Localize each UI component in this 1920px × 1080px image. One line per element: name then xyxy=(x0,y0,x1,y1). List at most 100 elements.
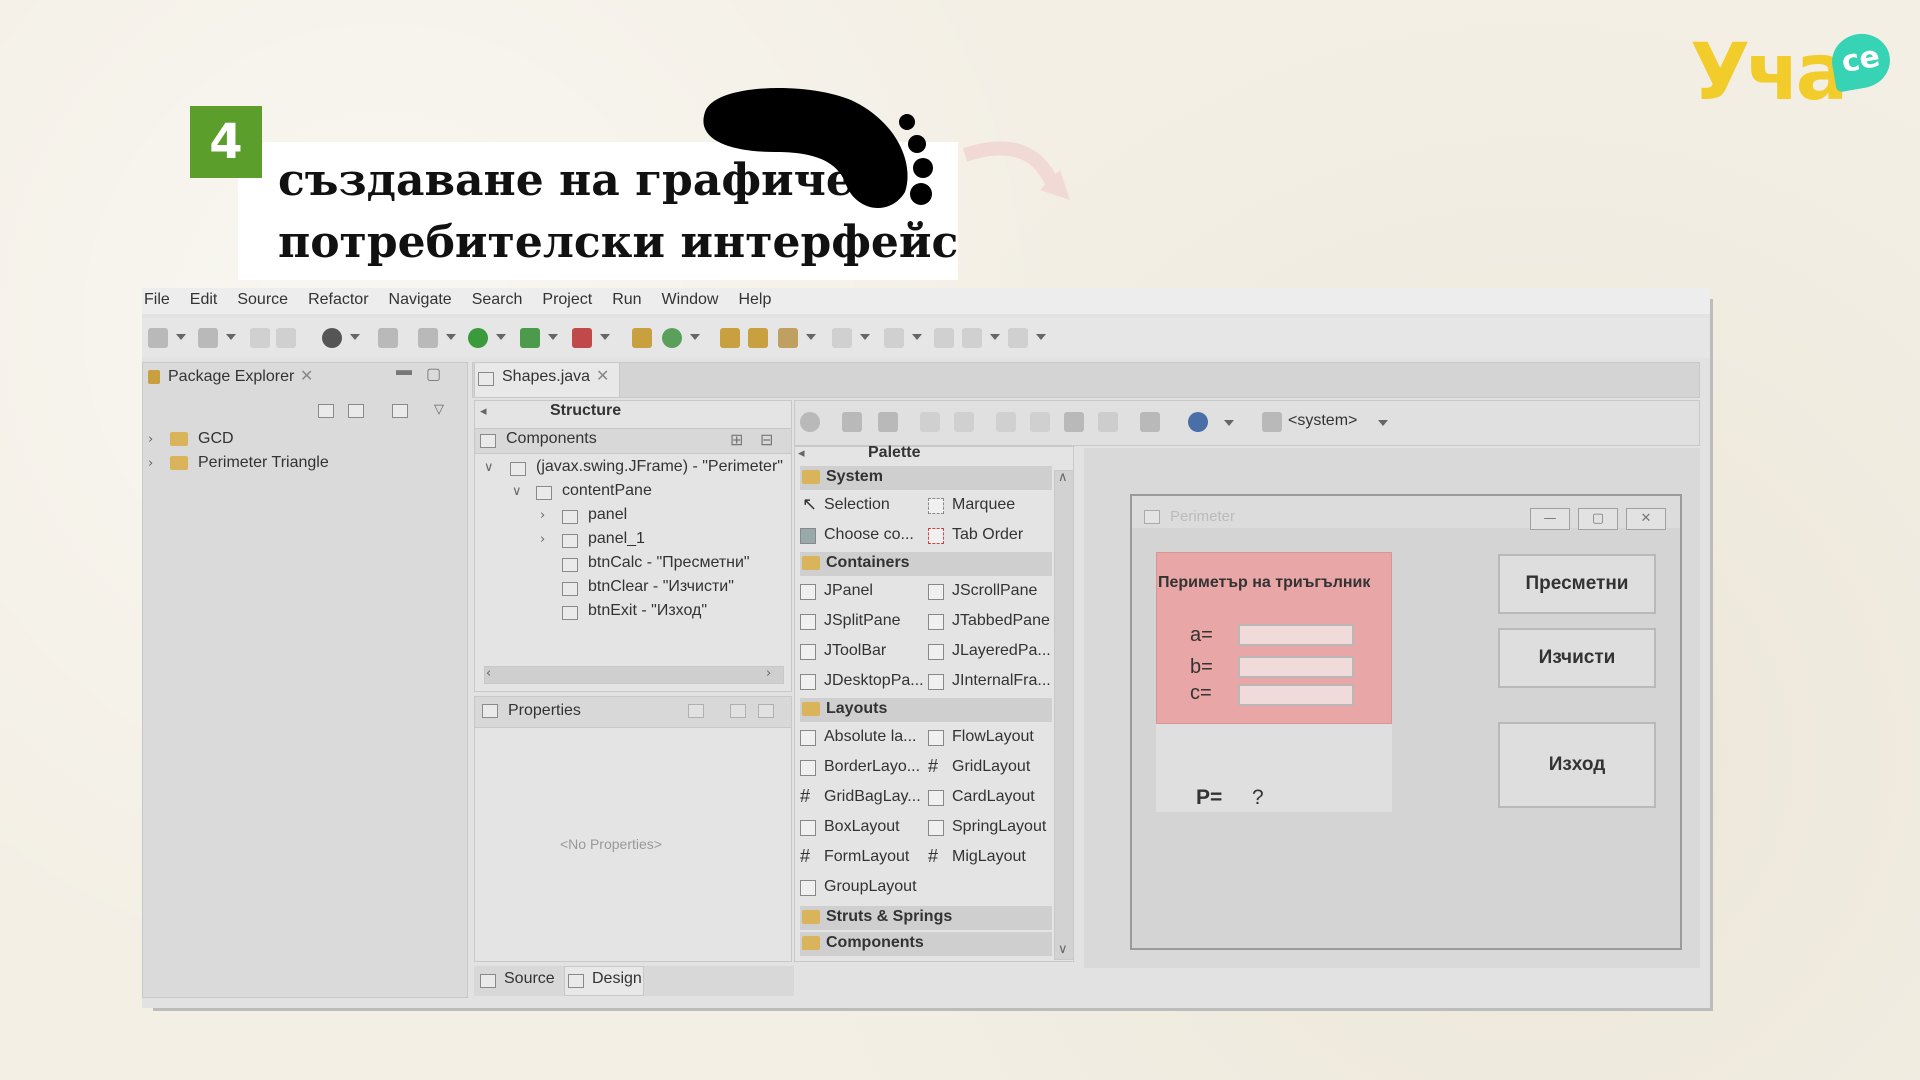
chevron-down-icon[interactable] xyxy=(806,334,816,340)
palette-scrollbar[interactable] xyxy=(1054,470,1074,960)
palette-item-jsplitpane[interactable]: JSplitPane xyxy=(824,612,901,630)
project-gcd[interactable]: GCD xyxy=(198,430,234,448)
chevron-right-icon[interactable]: › xyxy=(148,456,153,471)
cut-icon[interactable] xyxy=(996,412,1016,432)
palette-item-jdesktoppane[interactable]: JDesktopPa... xyxy=(824,672,924,690)
chevron-down-icon[interactable] xyxy=(1036,334,1046,340)
palette-item-cardlayout[interactable]: CardLayout xyxy=(952,788,1035,806)
menu-edit[interactable]: Edit xyxy=(188,288,228,314)
chevron-down-icon[interactable] xyxy=(912,334,922,340)
show-events-icon[interactable] xyxy=(688,704,704,718)
back-icon[interactable] xyxy=(962,328,982,348)
palette-item-choose-component[interactable]: Choose co... xyxy=(824,526,914,544)
palette-item-formlayout[interactable]: FormLayout xyxy=(824,848,909,866)
last-edit-icon[interactable] xyxy=(934,328,954,348)
look-and-feel-select[interactable]: <system> xyxy=(1288,412,1357,430)
run-config-icon[interactable] xyxy=(520,328,540,348)
paste-icon[interactable] xyxy=(1064,412,1084,432)
chevron-right-icon[interactable]: › xyxy=(540,508,545,523)
tree-item-btnclear[interactable]: btnClear - "Изчисти" xyxy=(588,578,734,596)
maximize-icon[interactable]: ▢ xyxy=(426,364,441,384)
open-type-icon[interactable] xyxy=(198,328,218,348)
save-icon[interactable] xyxy=(250,328,270,348)
chevron-left-icon[interactable]: ◂ xyxy=(480,404,487,419)
editor-tab-label[interactable]: Shapes.java xyxy=(502,368,590,386)
chevron-down-icon[interactable] xyxy=(548,334,558,340)
palette-section-containers-label[interactable]: Containers xyxy=(826,554,910,572)
chevron-down-icon[interactable] xyxy=(990,334,1000,340)
next-annotation-icon[interactable] xyxy=(832,328,852,348)
new-package-icon[interactable] xyxy=(632,328,652,348)
link-editor-icon[interactable] xyxy=(348,404,364,418)
view-menu-icon[interactable] xyxy=(392,404,408,418)
chevron-down-icon[interactable]: ∨ xyxy=(1058,942,1068,957)
chevron-right-icon[interactable]: › xyxy=(148,432,153,447)
prev-annotation-icon[interactable] xyxy=(884,328,904,348)
forward-icon[interactable] xyxy=(1008,328,1028,348)
chevron-down-icon[interactable] xyxy=(496,334,506,340)
external-tools-icon[interactable] xyxy=(572,328,592,348)
palette-item-selection[interactable]: Selection xyxy=(824,496,890,514)
palette-section-layouts-label[interactable]: Layouts xyxy=(826,700,887,718)
debug-icon[interactable] xyxy=(418,328,438,348)
exit-button[interactable]: Изход xyxy=(1498,722,1656,808)
copy-icon[interactable] xyxy=(1030,412,1050,432)
test-gui-icon[interactable] xyxy=(800,412,820,432)
refresh-icon[interactable] xyxy=(878,412,898,432)
palette-item-gridlayout[interactable]: GridLayout xyxy=(952,758,1030,776)
expand-all-icon[interactable]: ⊞ xyxy=(730,430,743,450)
tree-item-contentpane[interactable]: contentPane xyxy=(562,482,652,500)
menu-window[interactable]: Window xyxy=(660,288,729,314)
user-icon[interactable] xyxy=(322,328,342,348)
chevron-down-icon[interactable] xyxy=(690,334,700,340)
menu-source[interactable]: Source xyxy=(235,288,298,314)
show-advanced-icon[interactable] xyxy=(730,704,746,718)
delete-icon[interactable] xyxy=(1098,412,1118,432)
project-perimeter-triangle[interactable]: Perimeter Triangle xyxy=(198,454,329,472)
menu-project[interactable]: Project xyxy=(540,288,602,314)
menu-navigate[interactable]: Navigate xyxy=(387,288,462,314)
globe-icon[interactable] xyxy=(1188,412,1208,432)
package-explorer-tab[interactable]: Package Explorer xyxy=(168,368,294,386)
chevron-down-icon[interactable] xyxy=(446,334,456,340)
maximize-icon[interactable]: ▢ xyxy=(1578,508,1618,530)
pin-icon[interactable] xyxy=(378,328,398,348)
clear-button[interactable]: Изчисти xyxy=(1498,628,1656,688)
collapse-all-icon[interactable] xyxy=(318,404,334,418)
close-icon[interactable]: ✕ xyxy=(596,366,609,386)
horizontal-scrollbar[interactable] xyxy=(484,666,784,684)
chevron-down-icon[interactable] xyxy=(176,334,186,340)
palette-item-tab-order[interactable]: Tab Order xyxy=(952,526,1023,544)
input-a[interactable] xyxy=(1238,624,1354,646)
chevron-left-icon[interactable]: ‹ xyxy=(486,666,491,681)
calc-button[interactable]: Пресметни xyxy=(1498,554,1656,614)
chevron-left-icon[interactable]: ◂ xyxy=(798,446,805,461)
palette-item-flowlayout[interactable]: FlowLayout xyxy=(952,728,1034,746)
palette-item-jinternalframe[interactable]: JInternalFra... xyxy=(952,672,1051,690)
restore-default-icon[interactable] xyxy=(758,704,774,718)
minimize-icon[interactable]: — xyxy=(1530,508,1570,530)
palette-item-absolute-layout[interactable]: Absolute la... xyxy=(824,728,917,746)
chevron-down-icon[interactable] xyxy=(1378,420,1388,426)
result-panel[interactable] xyxy=(1156,724,1392,812)
menu-help[interactable]: Help xyxy=(736,288,781,314)
run-icon[interactable] xyxy=(468,328,488,348)
chevron-right-icon[interactable]: › xyxy=(766,666,771,681)
palette-item-jtoolbar[interactable]: JToolBar xyxy=(824,642,886,660)
collapse-all-icon[interactable]: ⊟ xyxy=(760,430,773,450)
input-c[interactable] xyxy=(1238,684,1354,706)
chevron-right-icon[interactable]: › xyxy=(540,532,545,547)
chevron-up-icon[interactable]: ∧ xyxy=(1058,470,1068,485)
tab-design[interactable]: Design xyxy=(592,970,642,988)
input-b[interactable] xyxy=(1238,656,1354,678)
tree-item-panel[interactable]: panel xyxy=(588,506,627,524)
palette-section-components-label[interactable]: Components xyxy=(826,934,924,952)
menu-search[interactable]: Search xyxy=(470,288,533,314)
chevron-down-icon[interactable]: ▽ xyxy=(434,402,444,417)
palette-item-marquee[interactable]: Marquee xyxy=(952,496,1015,514)
new-class-icon[interactable] xyxy=(662,328,682,348)
palette-item-jpanel[interactable]: JPanel xyxy=(824,582,873,600)
new-icon[interactable] xyxy=(148,328,168,348)
layout-icon[interactable] xyxy=(1140,412,1160,432)
close-icon[interactable]: ✕ xyxy=(1626,508,1666,530)
